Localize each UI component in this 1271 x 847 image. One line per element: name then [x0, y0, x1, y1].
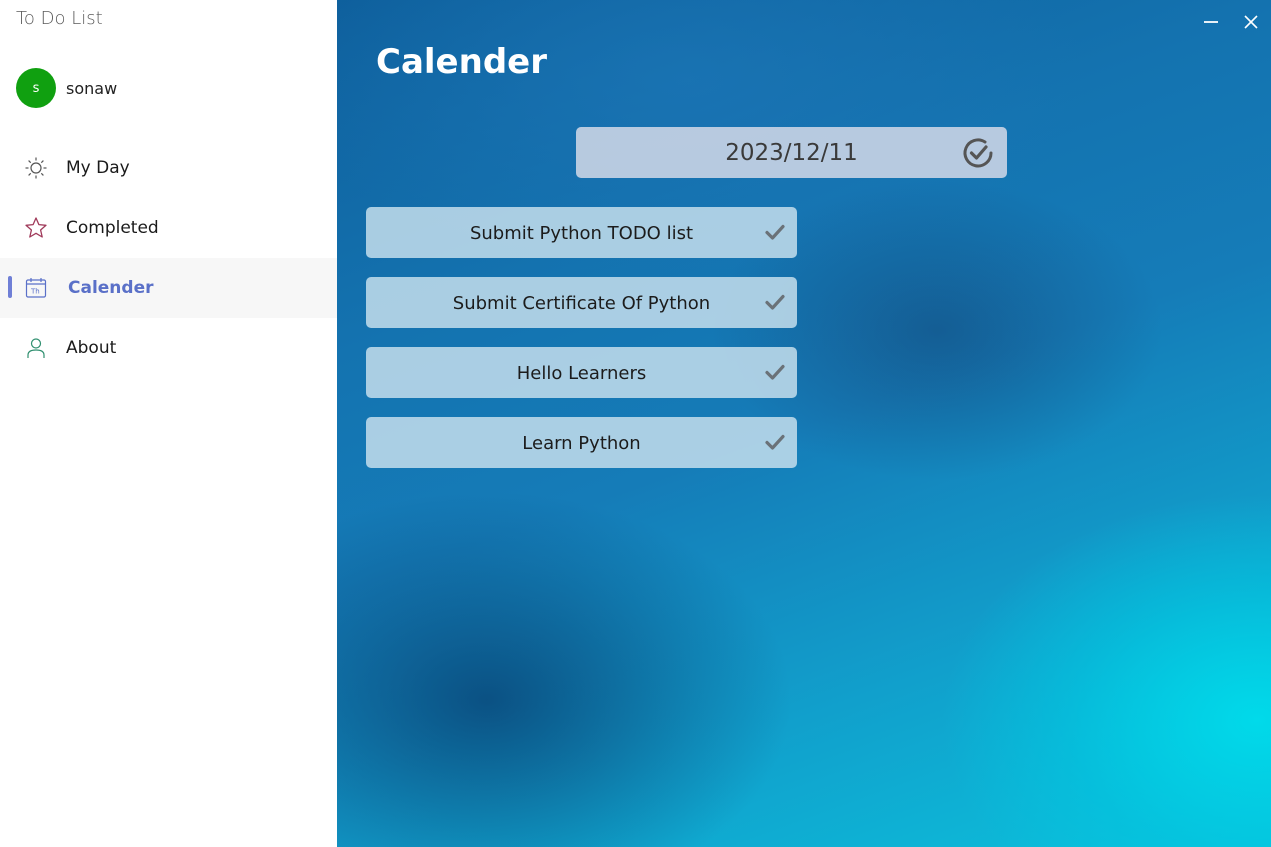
- task-label: Submit Python TODO list: [469, 223, 694, 244]
- sidebar-item-calender[interactable]: Th Calender: [0, 258, 337, 318]
- sidebar-item-about[interactable]: About: [0, 318, 337, 378]
- star-icon: [24, 216, 48, 240]
- task-item[interactable]: Hello Learners: [366, 347, 797, 398]
- svg-text:Th: Th: [30, 288, 40, 296]
- check-icon[interactable]: [765, 362, 785, 382]
- sidebar-item-label: Completed: [66, 218, 159, 238]
- check-icon[interactable]: [765, 292, 785, 312]
- user-profile[interactable]: s sonaw: [16, 68, 117, 108]
- close-icon: [1244, 15, 1258, 29]
- main-panel: Calender 2023/12/11 Submit Python TODO l…: [337, 0, 1271, 847]
- minimize-button[interactable]: [1201, 10, 1221, 34]
- sidebar-item-completed[interactable]: Completed: [0, 198, 337, 258]
- task-item[interactable]: Learn Python: [366, 417, 797, 468]
- window-controls: [1201, 10, 1261, 34]
- task-label: Hello Learners: [516, 363, 647, 384]
- task-label: Learn Python: [522, 433, 641, 454]
- minimize-icon: [1204, 21, 1218, 23]
- sidebar-nav: My Day Completed Th Calender About: [0, 138, 337, 378]
- app-window: To Do List s sonaw My Day Completed Th C…: [0, 0, 1271, 847]
- sun-icon: [24, 156, 48, 180]
- sidebar-item-label: About: [66, 338, 117, 358]
- app-title: To Do List: [16, 8, 103, 29]
- sidebar: To Do List s sonaw My Day Completed Th C…: [0, 0, 337, 847]
- check-icon[interactable]: [765, 222, 785, 242]
- sidebar-item-label: My Day: [66, 158, 130, 178]
- person-icon: [24, 336, 48, 360]
- date-picker[interactable]: 2023/12/11: [576, 127, 1007, 178]
- page-title: Calender: [376, 42, 547, 82]
- close-button[interactable]: [1241, 10, 1261, 34]
- task-item[interactable]: Submit Certificate Of Python: [366, 277, 797, 328]
- check-icon[interactable]: [765, 432, 785, 452]
- date-value: 2023/12/11: [725, 140, 858, 166]
- task-item[interactable]: Submit Python TODO list: [366, 207, 797, 258]
- avatar: s: [16, 68, 56, 108]
- username: sonaw: [66, 78, 118, 98]
- sidebar-item-my-day[interactable]: My Day: [0, 138, 337, 198]
- check-circle-icon[interactable]: [961, 136, 995, 170]
- task-label: Submit Certificate Of Python: [452, 293, 711, 314]
- sidebar-item-label: Calender: [68, 278, 154, 298]
- calendar-icon: Th: [24, 276, 48, 300]
